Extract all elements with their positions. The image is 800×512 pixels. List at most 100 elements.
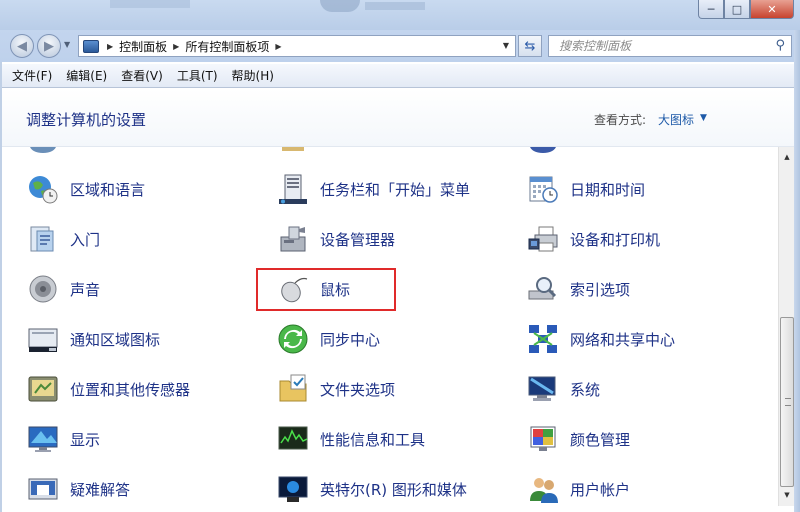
navigation-bar: ◀ ▶ ▼ ▶ 控制面板 ▶ 所有控制面板项 ▶ ▼ ⇆ ⚲ xyxy=(0,30,800,62)
intel-graphics-icon xyxy=(276,472,310,506)
network-icon xyxy=(526,322,560,356)
view-by-dropdown[interactable]: 大图标 xyxy=(658,111,694,128)
breadcrumb-control-panel[interactable]: 控制面板 xyxy=(119,38,167,55)
item-devices-printers[interactable]: 设备和打印机 xyxy=(526,219,660,259)
highlight-box xyxy=(256,268,396,311)
calendar-clock-icon xyxy=(526,172,560,206)
content-header: 调整计算机的设置 查看方式: 大图标 ▼ xyxy=(0,89,800,147)
speaker-icon xyxy=(26,272,60,306)
item-label: 设备管理器 xyxy=(320,230,396,249)
title-bar: ─ □ ✕ xyxy=(0,0,800,30)
item-label: 网络和共享中心 xyxy=(570,330,676,349)
partial-icon xyxy=(30,147,56,153)
item-sync-center[interactable]: 同步中心 xyxy=(276,319,380,359)
breadcrumb-arrow-icon[interactable]: ▶ xyxy=(107,42,113,51)
menu-edit[interactable]: 编辑(E) xyxy=(66,67,107,84)
address-bar[interactable]: ▶ 控制面板 ▶ 所有控制面板项 ▶ ▼ xyxy=(78,35,516,57)
item-label: 通知区域图标 xyxy=(70,330,161,349)
item-label: 入门 xyxy=(70,230,101,249)
address-dropdown-icon[interactable]: ▼ xyxy=(503,41,509,50)
color-management-icon xyxy=(526,422,560,456)
vertical-scrollbar[interactable]: ▲ ▼ xyxy=(778,147,794,506)
item-troubleshooting[interactable]: 疑难解答 xyxy=(26,469,130,509)
search-input[interactable] xyxy=(559,39,759,53)
menu-bar: 文件(F) 编辑(E) 查看(V) 工具(T) 帮助(H) xyxy=(0,64,800,88)
item-region-language[interactable]: 区域和语言 xyxy=(26,169,145,209)
window-frame xyxy=(0,62,2,512)
chevron-down-icon[interactable]: ▼ xyxy=(700,113,707,123)
notification-area-icon xyxy=(26,322,60,356)
item-intel-graphics[interactable]: 英特尔(R) 图形和媒体 xyxy=(276,469,467,509)
menu-tools[interactable]: 工具(T) xyxy=(177,67,218,84)
item-system[interactable]: 系统 xyxy=(526,369,600,409)
scroll-down-button[interactable]: ▼ xyxy=(779,487,795,503)
page-title: 调整计算机的设置 xyxy=(26,111,147,129)
maximize-button[interactable]: □ xyxy=(724,0,750,19)
breadcrumb-arrow-icon[interactable]: ▶ xyxy=(275,42,281,51)
item-label: 用户帐户 xyxy=(570,480,631,499)
partial-icon xyxy=(530,147,556,153)
item-user-accounts[interactable]: 用户帐户 xyxy=(526,469,630,509)
item-label: 颜色管理 xyxy=(570,430,631,449)
breadcrumb-arrow-icon[interactable]: ▶ xyxy=(173,42,179,51)
item-label: 疑难解答 xyxy=(70,480,131,499)
user-accounts-icon xyxy=(526,472,560,506)
getting-started-icon xyxy=(26,222,60,256)
item-label: 声音 xyxy=(70,280,101,299)
title-blur xyxy=(110,0,190,8)
item-device-manager[interactable]: 设备管理器 xyxy=(276,219,395,259)
system-icon xyxy=(526,372,560,406)
item-taskbar-start-menu[interactable]: 任务栏和「开始」菜单 xyxy=(276,169,470,209)
item-label: 文件夹选项 xyxy=(320,380,396,399)
title-blur xyxy=(365,2,425,10)
item-date-time[interactable]: 日期和时间 xyxy=(526,169,645,209)
scroll-thumb[interactable] xyxy=(780,317,794,487)
item-performance[interactable]: 性能信息和工具 xyxy=(276,419,425,459)
device-manager-icon xyxy=(276,222,310,256)
item-display[interactable]: 显示 xyxy=(26,419,100,459)
menu-view[interactable]: 查看(V) xyxy=(121,67,163,84)
minimize-button[interactable]: ─ xyxy=(698,0,724,19)
item-location-sensors[interactable]: 位置和其他传感器 xyxy=(26,369,190,409)
window-controls: ─ □ ✕ xyxy=(698,0,794,20)
refresh-button[interactable]: ⇆ xyxy=(518,35,542,57)
taskbar-icon xyxy=(276,172,310,206)
item-network-sharing[interactable]: 网络和共享中心 xyxy=(526,319,675,359)
item-getting-started[interactable]: 入门 xyxy=(26,219,100,259)
item-indexing-options[interactable]: 索引选项 xyxy=(526,269,630,309)
item-label: 日期和时间 xyxy=(570,180,646,199)
search-icon[interactable]: ⚲ xyxy=(775,38,785,53)
display-icon xyxy=(26,422,60,456)
forward-button[interactable]: ▶ xyxy=(37,34,61,58)
close-button[interactable]: ✕ xyxy=(750,0,794,19)
item-label: 系统 xyxy=(570,380,601,399)
item-folder-options[interactable]: 文件夹选项 xyxy=(276,369,395,409)
item-label: 区域和语言 xyxy=(70,180,146,199)
item-notification-icons[interactable]: 通知区域图标 xyxy=(26,319,160,359)
back-button[interactable]: ◀ xyxy=(10,34,34,58)
globe-clock-icon xyxy=(26,172,60,206)
printer-icon xyxy=(526,222,560,256)
menu-help[interactable]: 帮助(H) xyxy=(232,67,274,84)
item-label: 索引选项 xyxy=(570,280,631,299)
item-label: 位置和其他传感器 xyxy=(70,380,191,399)
item-sound[interactable]: 声音 xyxy=(26,269,100,309)
item-label: 英特尔(R) 图形和媒体 xyxy=(320,480,467,499)
item-label: 显示 xyxy=(70,430,101,449)
performance-icon xyxy=(276,422,310,456)
folder-options-icon xyxy=(276,372,310,406)
search-box[interactable]: ⚲ xyxy=(548,35,792,57)
control-panel-icon xyxy=(83,39,99,53)
location-sensor-icon xyxy=(26,372,60,406)
recent-pages-icon[interactable]: ▼ xyxy=(64,40,70,49)
menu-file[interactable]: 文件(F) xyxy=(12,67,52,84)
item-color-management[interactable]: 颜色管理 xyxy=(526,419,630,459)
breadcrumb-all-items[interactable]: 所有控制面板项 xyxy=(185,38,269,55)
scroll-up-button[interactable]: ▲ xyxy=(779,149,795,165)
item-label: 同步中心 xyxy=(320,330,381,349)
partial-icon xyxy=(282,147,304,151)
troubleshooting-icon xyxy=(26,472,60,506)
index-search-icon xyxy=(526,272,560,306)
scroll-grip xyxy=(785,398,791,406)
item-label: 性能信息和工具 xyxy=(320,430,426,449)
